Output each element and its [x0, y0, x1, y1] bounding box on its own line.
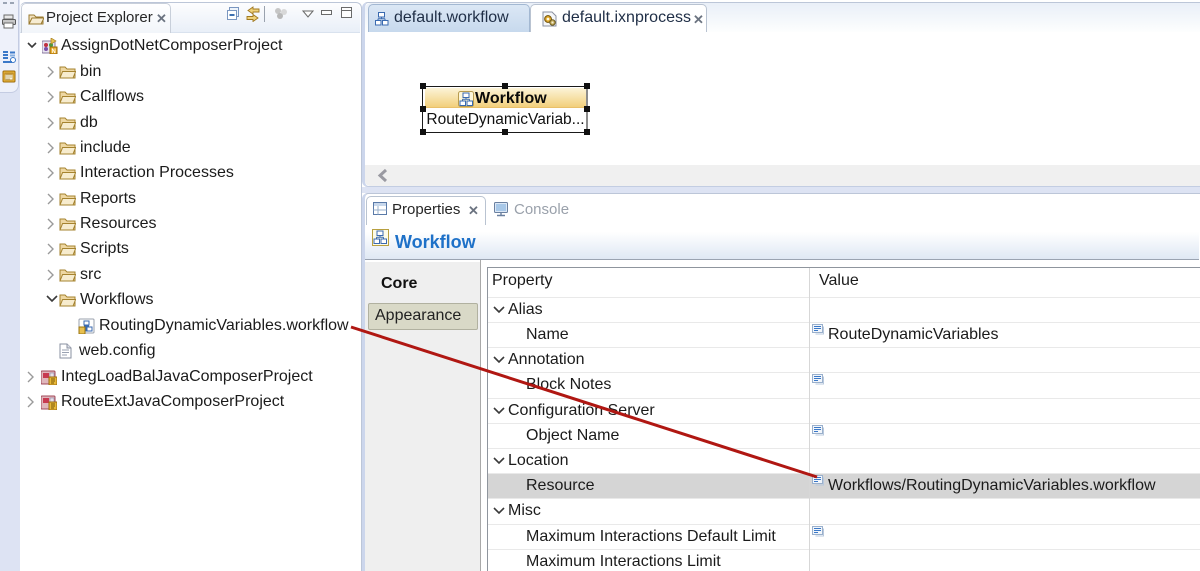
svg-text:N: N [52, 49, 56, 54]
